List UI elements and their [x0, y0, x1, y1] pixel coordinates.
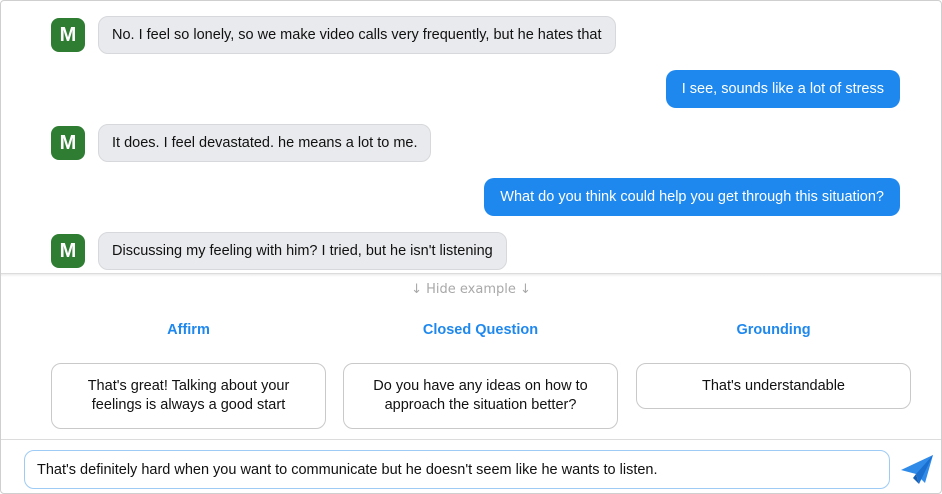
- message-row-user: What do you think could help you get thr…: [1, 177, 941, 217]
- chat-window: M No. I feel so lonely, so we make video…: [0, 0, 942, 494]
- client-message-bubble: No. I feel so lonely, so we make video c…: [98, 16, 616, 54]
- hide-example-toggle[interactable]: ↓ Hide example ↓: [1, 282, 941, 297]
- chat-divider-shadow: [1, 274, 941, 277]
- composer-divider: [1, 439, 941, 440]
- client-message-bubble: Discussing my feeling with him? I tried,…: [98, 232, 507, 270]
- user-message-bubble: I see, sounds like a lot of stress: [665, 70, 900, 108]
- message-row-client: M Discussing my feeling with him? I trie…: [1, 231, 941, 271]
- message-row-client: M It does. I feel devastated. he means a…: [1, 123, 941, 163]
- suggestion-card-closed-question[interactable]: Do you have any ideas on how to approach…: [343, 363, 618, 429]
- suggestion-card-grounding[interactable]: That's understandable: [636, 363, 911, 409]
- client-avatar: M: [51, 234, 85, 268]
- client-avatar: M: [51, 18, 85, 52]
- client-message-bubble: It does. I feel devastated. he means a l…: [98, 124, 432, 162]
- suggestion-title-closed-question: Closed Question: [422, 322, 539, 338]
- user-message-bubble: What do you think could help you get thr…: [484, 178, 900, 216]
- paper-plane-icon: [901, 455, 933, 484]
- message-input[interactable]: That's definitely hard when you want to …: [24, 450, 890, 489]
- suggestion-title-affirm: Affirm: [167, 322, 210, 338]
- suggestion-title-grounding: Grounding: [736, 322, 811, 338]
- suggestion-card-affirm[interactable]: That's great! Talking about your feeling…: [51, 363, 326, 429]
- client-avatar: M: [51, 126, 85, 160]
- message-row-user: I see, sounds like a lot of stress: [1, 69, 941, 109]
- message-list[interactable]: M No. I feel so lonely, so we make video…: [1, 1, 941, 273]
- message-row-client: M No. I feel so lonely, so we make video…: [1, 15, 941, 55]
- send-button[interactable]: [897, 451, 937, 487]
